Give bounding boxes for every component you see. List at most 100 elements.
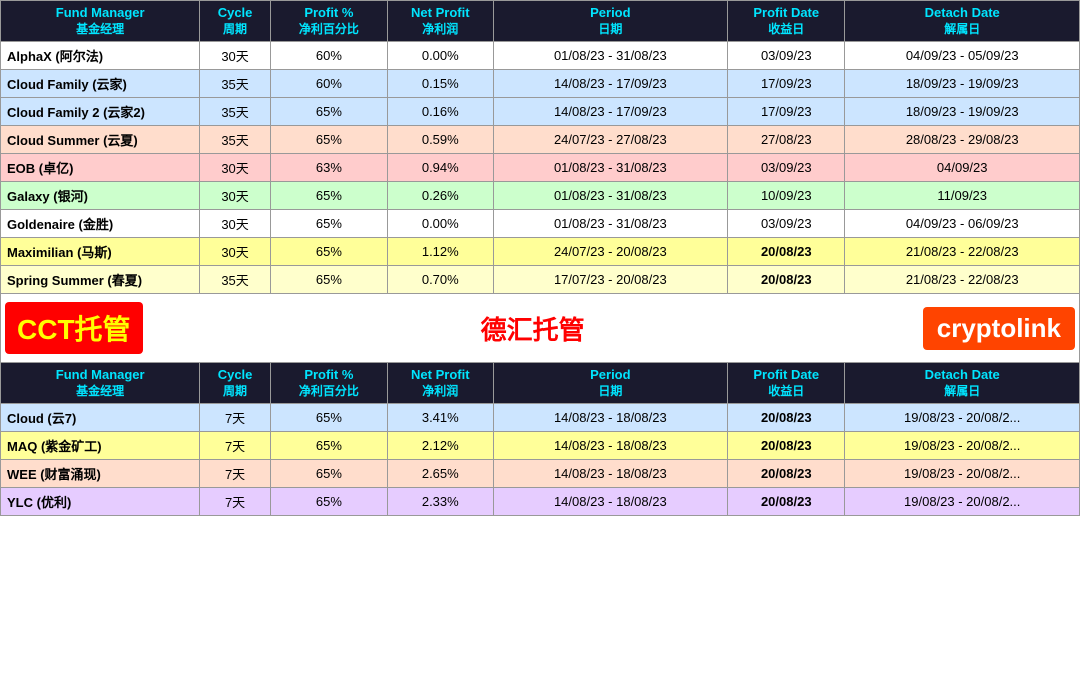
cell-profit-date: 10/09/23 (728, 182, 845, 210)
middle-banner: CCT托管 德汇托管 cryptolink (0, 294, 1080, 362)
table-row: AlphaX (阿尔法) 30天 60% 0.00% 01/08/23 - 31… (1, 42, 1080, 70)
cell-profit-pct: 65% (270, 404, 387, 432)
cell-manager: Spring Summer (春夏) (1, 266, 200, 294)
cell-detach-date: 21/08/23 - 22/08/23 (845, 266, 1080, 294)
cell-detach-date: 19/08/23 - 20/08/2... (845, 404, 1080, 432)
cell-detach-date: 19/08/23 - 20/08/2... (845, 488, 1080, 516)
col-header-net-profit: Net Profit 净利润 (388, 1, 494, 42)
col-header-detach-date: Detach Date 解属日 (845, 1, 1080, 42)
cell-profit-date: 20/08/23 (728, 404, 845, 432)
col2-header-profit-pct: Profit % 净利百分比 (270, 363, 387, 404)
table-2-body: Cloud (云7) 7天 65% 3.41% 14/08/23 - 18/08… (1, 404, 1080, 516)
cell-profit-pct: 65% (270, 488, 387, 516)
cell-period: 14/08/23 - 18/08/23 (493, 488, 728, 516)
main-container: Fund Manager 基金经理 Cycle 周期 Profit % 净利百分… (0, 0, 1080, 516)
cell-profit-date: 03/09/23 (728, 210, 845, 238)
cell-profit-pct: 65% (270, 266, 387, 294)
col2-header-cycle: Cycle 周期 (200, 363, 270, 404)
cell-period: 17/07/23 - 20/08/23 (493, 266, 728, 294)
table-row: Cloud Family 2 (云家2) 35天 65% 0.16% 14/08… (1, 98, 1080, 126)
cell-profit-pct: 65% (270, 126, 387, 154)
cell-profit-pct: 65% (270, 98, 387, 126)
cell-period: 14/08/23 - 17/09/23 (493, 70, 728, 98)
cell-net-profit: 0.16% (388, 98, 494, 126)
cell-period: 24/07/23 - 20/08/23 (493, 238, 728, 266)
col-header-period: Period 日期 (493, 1, 728, 42)
cell-profit-date: 20/08/23 (728, 460, 845, 488)
cell-period: 24/07/23 - 27/08/23 (493, 126, 728, 154)
cell-profit-date: 20/08/23 (728, 266, 845, 294)
cell-detach-date: 04/09/23 - 05/09/23 (845, 42, 1080, 70)
cell-manager: WEE (财富涌现) (1, 460, 200, 488)
cell-period: 14/08/23 - 18/08/23 (493, 432, 728, 460)
cryptolink-label: cryptolink (923, 307, 1075, 350)
cell-cycle: 35天 (200, 70, 270, 98)
col2-header-period: Period 日期 (493, 363, 728, 404)
col-header-cycle: Cycle 周期 (200, 1, 270, 42)
table-2: Fund Manager 基金经理 Cycle 周期 Profit % 净利百分… (0, 362, 1080, 516)
cell-detach-date: 11/09/23 (845, 182, 1080, 210)
cell-cycle: 35天 (200, 126, 270, 154)
cell-profit-date: 20/08/23 (728, 432, 845, 460)
cell-manager: Cloud (云7) (1, 404, 200, 432)
cell-cycle: 30天 (200, 42, 270, 70)
col2-header-detach-date: Detach Date 解属日 (845, 363, 1080, 404)
table-row: Cloud Family (云家) 35天 60% 0.15% 14/08/23… (1, 70, 1080, 98)
cell-profit-pct: 65% (270, 182, 387, 210)
cct-label: CCT托管 (5, 302, 143, 354)
cell-net-profit: 0.70% (388, 266, 494, 294)
cell-manager: Cloud Family (云家) (1, 70, 200, 98)
table-1: Fund Manager 基金经理 Cycle 周期 Profit % 净利百分… (0, 0, 1080, 294)
cell-net-profit: 2.12% (388, 432, 494, 460)
cell-detach-date: 04/09/23 - 06/09/23 (845, 210, 1080, 238)
cell-manager: YLC (优利) (1, 488, 200, 516)
cell-manager: Maximilian (马斯) (1, 238, 200, 266)
cell-profit-date: 20/08/23 (728, 488, 845, 516)
cell-period: 14/08/23 - 18/08/23 (493, 460, 728, 488)
table-row: EOB (卓亿) 30天 63% 0.94% 01/08/23 - 31/08/… (1, 154, 1080, 182)
cell-profit-pct: 65% (270, 238, 387, 266)
cell-period: 01/08/23 - 31/08/23 (493, 210, 728, 238)
cell-cycle: 35天 (200, 98, 270, 126)
cell-profit-pct: 63% (270, 154, 387, 182)
table-row: Cloud Summer (云夏) 35天 65% 0.59% 24/07/23… (1, 126, 1080, 154)
cell-net-profit: 2.65% (388, 460, 494, 488)
cell-manager: MAQ (紫金矿工) (1, 432, 200, 460)
cell-manager: Galaxy (银河) (1, 182, 200, 210)
table-row: Goldenaire (金胜) 30天 65% 0.00% 01/08/23 -… (1, 210, 1080, 238)
col2-header-manager: Fund Manager 基金经理 (1, 363, 200, 404)
cell-detach-date: 21/08/23 - 22/08/23 (845, 238, 1080, 266)
table-1-body: AlphaX (阿尔法) 30天 60% 0.00% 01/08/23 - 31… (1, 42, 1080, 294)
cell-cycle: 7天 (200, 404, 270, 432)
cell-period: 01/08/23 - 31/08/23 (493, 154, 728, 182)
table-1-header: Fund Manager 基金经理 Cycle 周期 Profit % 净利百分… (1, 1, 1080, 42)
cell-net-profit: 3.41% (388, 404, 494, 432)
cell-profit-date: 17/09/23 (728, 98, 845, 126)
cell-detach-date: 19/08/23 - 20/08/2... (845, 432, 1080, 460)
cell-profit-date: 03/09/23 (728, 154, 845, 182)
table-row: Cloud (云7) 7天 65% 3.41% 14/08/23 - 18/08… (1, 404, 1080, 432)
cell-manager: Cloud Summer (云夏) (1, 126, 200, 154)
cell-net-profit: 2.33% (388, 488, 494, 516)
col2-header-profit-date: Profit Date 收益日 (728, 363, 845, 404)
cell-manager: Goldenaire (金胜) (1, 210, 200, 238)
table-row: Galaxy (银河) 30天 65% 0.26% 01/08/23 - 31/… (1, 182, 1080, 210)
cell-cycle: 7天 (200, 460, 270, 488)
cell-profit-date: 03/09/23 (728, 42, 845, 70)
cell-manager: Cloud Family 2 (云家2) (1, 98, 200, 126)
col-header-manager: Fund Manager 基金经理 (1, 1, 200, 42)
cell-cycle: 30天 (200, 210, 270, 238)
table-row: WEE (财富涌现) 7天 65% 2.65% 14/08/23 - 18/08… (1, 460, 1080, 488)
cell-period: 14/08/23 - 17/09/23 (493, 98, 728, 126)
cell-detach-date: 19/08/23 - 20/08/2... (845, 460, 1080, 488)
cell-profit-pct: 60% (270, 70, 387, 98)
cell-manager: EOB (卓亿) (1, 154, 200, 182)
cell-cycle: 30天 (200, 238, 270, 266)
cell-net-profit: 0.15% (388, 70, 494, 98)
cell-profit-pct: 65% (270, 432, 387, 460)
cell-cycle: 7天 (200, 488, 270, 516)
cell-period: 01/08/23 - 31/08/23 (493, 42, 728, 70)
cell-cycle: 30天 (200, 154, 270, 182)
cell-detach-date: 28/08/23 - 29/08/23 (845, 126, 1080, 154)
cell-detach-date: 18/09/23 - 19/09/23 (845, 98, 1080, 126)
